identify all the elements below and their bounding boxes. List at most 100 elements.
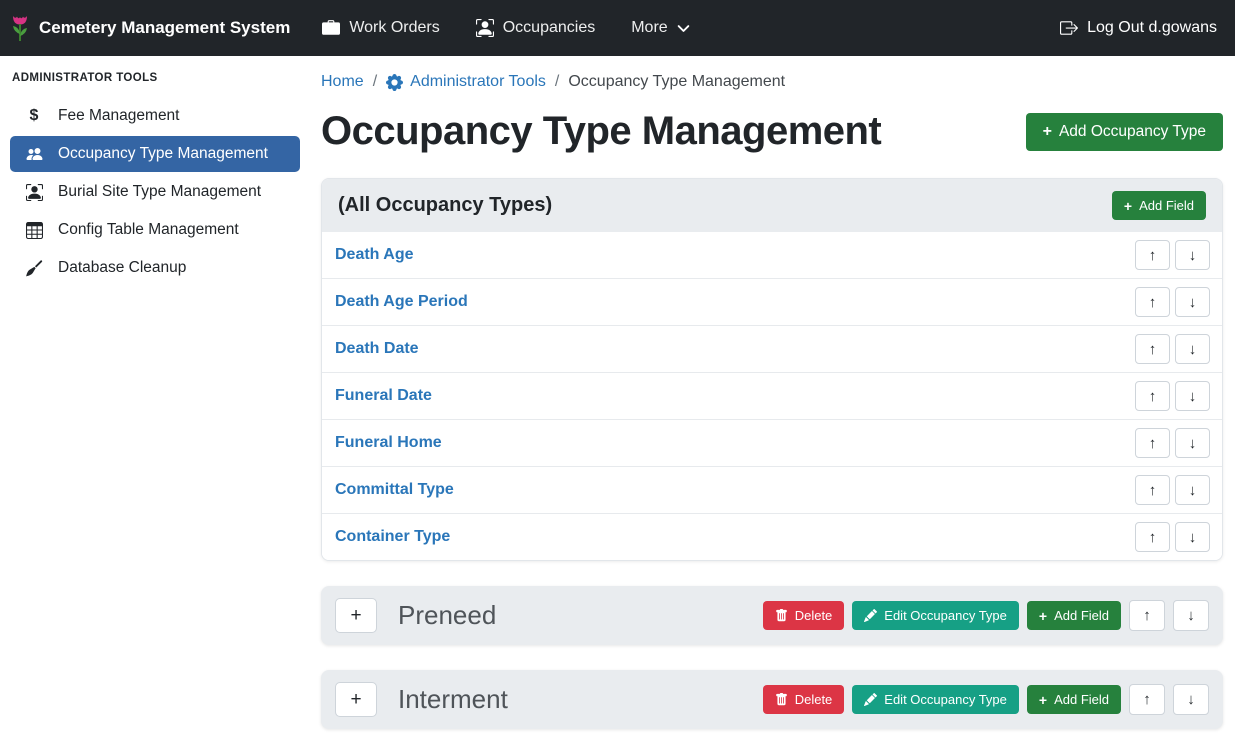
move-up-button[interactable]: ↑: [1135, 522, 1170, 552]
pencil-icon: [864, 609, 877, 622]
briefcase-icon: [322, 19, 340, 37]
field-link-committal-type[interactable]: Committal Type: [335, 481, 454, 499]
field-link-death-age[interactable]: Death Age: [335, 246, 414, 264]
add-occupancy-type-button[interactable]: + Add Occupancy Type: [1026, 113, 1223, 151]
field-row: Death Date ↑ ↓: [322, 325, 1222, 372]
all-occupancy-types-header: (All Occupancy Types) + Add Field: [322, 179, 1222, 232]
occupancy-type-section-preneed: + Preneed Delete: [321, 586, 1223, 645]
app-brand[interactable]: Cemetery Management System: [10, 13, 290, 43]
breadcrumb-admin-tools-label: Administrator Tools: [410, 73, 546, 91]
breadcrumb-admin-tools-link[interactable]: Administrator Tools: [386, 73, 546, 91]
breadcrumb-separator: /: [546, 73, 568, 91]
move-up-button[interactable]: ↑: [1129, 684, 1165, 715]
plus-icon: +: [1124, 199, 1132, 213]
add-occupancy-type-label: Add Occupancy Type: [1059, 123, 1206, 141]
move-down-button[interactable]: ↓: [1175, 522, 1210, 552]
logout-button[interactable]: Log Out d.gowans: [1060, 19, 1217, 37]
expand-section-button[interactable]: +: [335, 598, 377, 633]
edit-occupancy-type-label: Edit Occupancy Type: [884, 692, 1007, 707]
pencil-icon: [864, 693, 877, 706]
move-down-button[interactable]: ↓: [1175, 428, 1210, 458]
sidebar-item-label: Fee Management: [58, 107, 180, 125]
sidebar-item-label: Database Cleanup: [58, 259, 186, 277]
sidebar-item-database-cleanup[interactable]: Database Cleanup: [10, 250, 300, 286]
delete-label: Delete: [795, 692, 833, 707]
plus-icon: +: [1039, 693, 1047, 707]
delete-button[interactable]: Delete: [763, 685, 845, 714]
field-link-death-age-period[interactable]: Death Age Period: [335, 293, 468, 311]
occupancy-type-section-interment: + Interment Delete: [321, 670, 1223, 729]
field-row: Death Age Period ↑ ↓: [322, 278, 1222, 325]
field-row: Funeral Home ↑ ↓: [322, 419, 1222, 466]
field-row: Funeral Date ↑ ↓: [322, 372, 1222, 419]
move-down-button[interactable]: ↓: [1175, 287, 1210, 317]
move-down-button[interactable]: ↓: [1175, 334, 1210, 364]
nav-more[interactable]: More: [631, 19, 689, 37]
plus-icon: +: [1039, 609, 1047, 623]
broom-icon: [23, 260, 45, 277]
move-down-button[interactable]: ↓: [1175, 381, 1210, 411]
person-frame-icon: [23, 184, 45, 201]
section-title: Preneed: [398, 600, 496, 631]
add-field-button[interactable]: + Add Field: [1112, 191, 1206, 220]
main-content: Home / Administrator Tools / Occupancy T…: [310, 56, 1235, 738]
move-down-button[interactable]: ↓: [1175, 475, 1210, 505]
nav-occupancies[interactable]: Occupancies: [476, 19, 596, 37]
sidebar-item-burial-site-type-management[interactable]: Burial Site Type Management: [10, 174, 300, 210]
breadcrumb-separator: /: [364, 73, 386, 91]
delete-button[interactable]: Delete: [763, 601, 845, 630]
all-occupancy-types-card: (All Occupancy Types) + Add Field Death …: [321, 178, 1223, 561]
table-icon: [23, 222, 45, 239]
field-link-funeral-home[interactable]: Funeral Home: [335, 434, 442, 452]
logout-icon: [1060, 19, 1078, 37]
gear-icon: [386, 74, 403, 91]
sidebar-item-label: Occupancy Type Management: [58, 145, 268, 163]
add-field-label: Add Field: [1054, 692, 1109, 707]
breadcrumb-home-link[interactable]: Home: [321, 73, 364, 91]
move-down-button[interactable]: ↓: [1175, 240, 1210, 270]
edit-occupancy-type-button[interactable]: Edit Occupancy Type: [852, 685, 1019, 714]
tulip-logo-icon: [10, 13, 30, 43]
move-up-button[interactable]: ↑: [1135, 287, 1170, 317]
sidebar-item-fee-management[interactable]: $ Fee Management: [10, 98, 300, 134]
move-down-button[interactable]: ↓: [1173, 684, 1209, 715]
edit-occupancy-type-button[interactable]: Edit Occupancy Type: [852, 601, 1019, 630]
edit-occupancy-type-label: Edit Occupancy Type: [884, 608, 1007, 623]
field-row: Container Type ↑ ↓: [322, 513, 1222, 560]
add-field-label: Add Field: [1054, 608, 1109, 623]
add-field-button[interactable]: + Add Field: [1027, 685, 1121, 714]
expand-section-button[interactable]: +: [335, 682, 377, 717]
field-row: Committal Type ↑ ↓: [322, 466, 1222, 513]
field-link-death-date[interactable]: Death Date: [335, 340, 419, 358]
nav-work-orders[interactable]: Work Orders: [322, 19, 439, 37]
field-link-container-type[interactable]: Container Type: [335, 528, 450, 546]
dollar-icon: $: [23, 107, 45, 125]
top-navbar: Cemetery Management System Work Orders O…: [0, 0, 1235, 56]
users-icon: [23, 146, 45, 162]
page-title: Occupancy Type Management: [321, 109, 881, 154]
logout-label: Log Out d.gowans: [1087, 19, 1217, 37]
sidebar-heading: ADMINISTRATOR TOOLS: [0, 60, 310, 96]
nav-work-orders-label: Work Orders: [349, 19, 439, 37]
all-occupancy-types-title: (All Occupancy Types): [338, 194, 552, 217]
person-frame-icon: [476, 19, 494, 37]
sidebar-item-label: Burial Site Type Management: [58, 183, 261, 201]
field-link-funeral-date[interactable]: Funeral Date: [335, 387, 432, 405]
sidebar-item-config-table-management[interactable]: Config Table Management: [10, 212, 300, 248]
nav-more-label: More: [631, 19, 667, 37]
plus-icon: +: [1043, 124, 1052, 140]
sidebar: ADMINISTRATOR TOOLS $ Fee Management Occ…: [0, 56, 310, 288]
sidebar-item-occupancy-type-management[interactable]: Occupancy Type Management: [10, 136, 300, 172]
delete-label: Delete: [795, 608, 833, 623]
chevron-down-icon: [677, 22, 690, 35]
move-down-button[interactable]: ↓: [1173, 600, 1209, 631]
move-up-button[interactable]: ↑: [1135, 334, 1170, 364]
field-row: Death Age ↑ ↓: [322, 232, 1222, 278]
move-up-button[interactable]: ↑: [1135, 381, 1170, 411]
move-up-button[interactable]: ↑: [1135, 475, 1170, 505]
move-up-button[interactable]: ↑: [1129, 600, 1165, 631]
move-up-button[interactable]: ↑: [1135, 428, 1170, 458]
section-title: Interment: [398, 684, 508, 715]
move-up-button[interactable]: ↑: [1135, 240, 1170, 270]
add-field-button[interactable]: + Add Field: [1027, 601, 1121, 630]
